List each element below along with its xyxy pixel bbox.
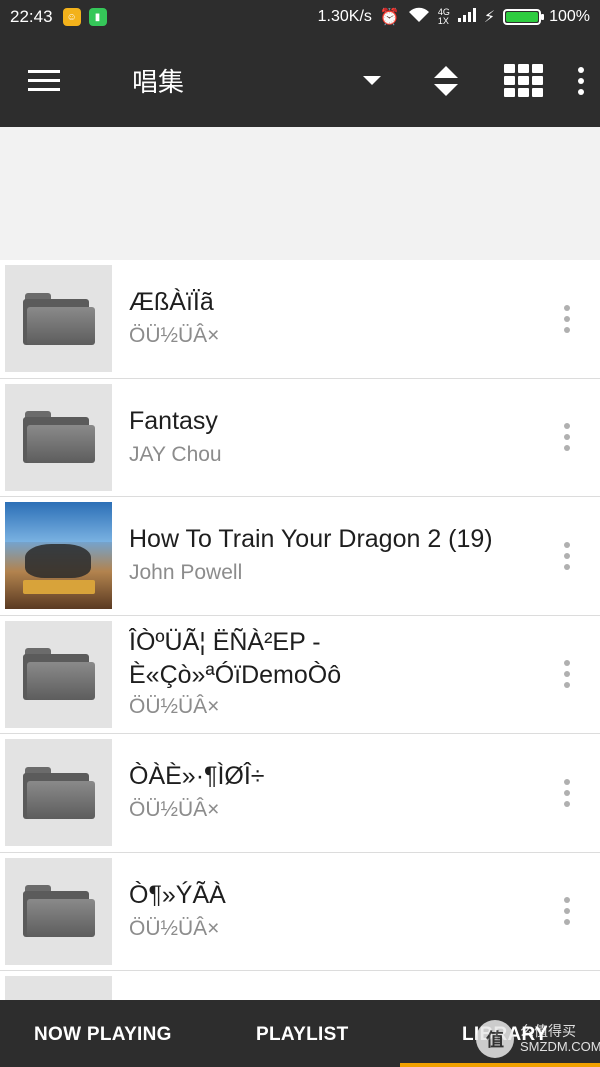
list-item[interactable]: ÒÀÈ»·¶ÌØÎ÷ ÖÜ½ÜÂ× [0,734,600,853]
app-bar: 唱集 [0,34,600,127]
item-more-button[interactable] [564,660,570,689]
dropdown-arrow-icon [362,76,381,85]
status-bar: 22:43 ☺ ▮ 1.30K/s ⏰ 4G 1X ⚡ 100% [0,0,600,34]
folder-icon [5,976,112,1000]
network-speed: 1.30K/s [317,8,372,25]
item-subtitle: JAY Chou [129,442,222,466]
watermark: 值 么值得买 SMZDM.COM [476,1020,600,1058]
item-more-button[interactable] [564,304,570,333]
item-more-button[interactable] [564,423,570,452]
item-subtitle: ÖÜ½ÜÂ× [129,798,220,822]
folder-icon [5,857,112,965]
signal-4g-icon: 4G 1X [438,8,450,26]
item-title: Ò¶»ÝÃÀ [129,880,226,909]
list-item[interactable]: How To Train Your Dragon 2 (19) John Pow… [0,497,600,616]
folder-icon [5,383,112,491]
notification-app-icon: ☺ [62,8,81,26]
status-right: 1.30K/s ⏰ 4G 1X ⚡ 100% [318,7,590,28]
watermark-logo: 值 [476,1020,514,1058]
list-item[interactable]: Ò¶»ÝÃÀ ÖÜ½ÜÂ× [0,853,600,971]
item-subtitle: ÖÜ½ÜÂ× [129,695,220,719]
hamburger-icon [28,69,61,92]
library-view-dropdown[interactable]: 唱集 [132,62,381,99]
album-list[interactable]: ÆßÀïÏã ÖÜ½ÜÂ× Fantasy JAY Chou How To Tr… [0,260,600,1000]
tab-now-playing[interactable]: NOW PLAYING [34,1024,172,1046]
alarm-icon: ⏰ [379,9,400,26]
grid-view-button[interactable] [494,34,551,127]
overflow-menu-button[interactable] [562,34,600,127]
charging-icon: ⚡ [483,9,496,26]
item-title: ÆßÀïÏã [129,288,214,317]
wifi-icon [408,7,430,28]
tab-playlist[interactable]: PLAYLIST [256,1024,349,1046]
item-more-button[interactable] [564,778,570,807]
signal-icon [457,7,476,27]
list-item[interactable]: ÆßÀïÏã ÖÜ½ÜÂ× [0,260,600,379]
album-art [5,502,112,610]
item-title: How To Train Your Dragon 2 (19) [129,525,493,554]
item-title: ÎÒºÜÃ¦ ËÑÀ²EP - [129,628,321,657]
battery-icon [503,9,545,25]
sort-up-icon [433,65,458,78]
battery-level: 100% [549,8,590,25]
page-title: 唱集 [132,67,185,97]
item-title-line2: È«Çò»ªÓïDemoÒô [129,661,342,690]
sort-down-icon [433,83,458,96]
item-more-button[interactable] [564,897,570,926]
folder-icon [5,265,112,373]
folder-icon [5,620,112,728]
battery-app-icon: ▮ [88,8,107,26]
sort-button[interactable] [417,34,474,127]
list-item[interactable]: Fantasy JAY Chou [0,379,600,497]
item-title: ÒÀÈ»·¶ÌØÎ÷ [129,762,265,791]
active-tab-indicator [400,1063,600,1067]
net-label-1x: 1X [437,16,449,26]
folder-icon [5,739,112,847]
list-item[interactable]: ÎÒºÜÃ¦ ËÑÀ²EP - È«Çò»ªÓïDemoÒô ÖÜ½ÜÂ× [0,616,600,734]
item-more-button[interactable] [564,541,570,570]
item-subtitle: ÖÜ½ÜÂ× [129,916,220,940]
menu-button[interactable] [0,34,88,127]
item-subtitle: ÖÜ½ÜÂ× [129,324,220,348]
watermark-site: SMZDM.COM [520,1039,600,1054]
item-title: Fantasy [129,406,218,435]
item-subtitle: John Powell [129,561,243,585]
watermark-text: 么值得买 [520,1023,576,1039]
grid-icon [503,64,543,97]
status-time: 22:43 [10,7,53,26]
list-item-partial[interactable] [0,971,600,1000]
